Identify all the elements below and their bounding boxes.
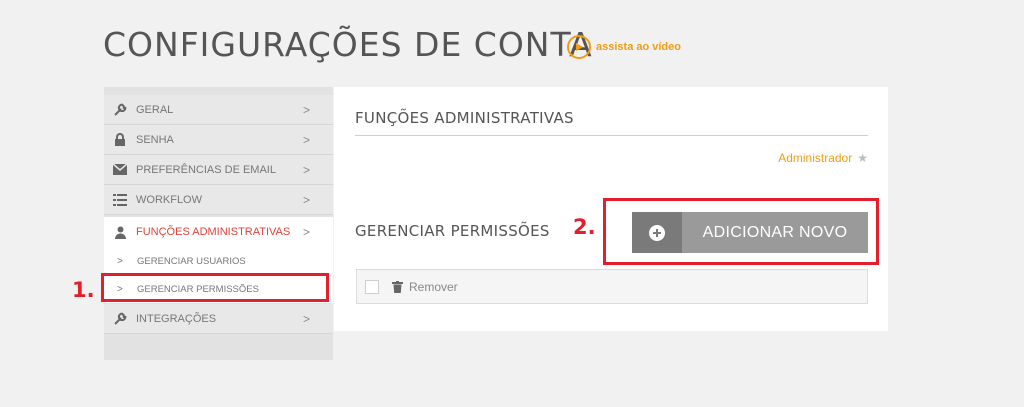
panel-title: FUNÇÕES ADMINISTRATIVAS bbox=[355, 109, 574, 127]
chevron-right-icon: > bbox=[117, 255, 123, 267]
sidebar: GERAL > SENHA > PREFERÊNCIAS DE EMAIL > … bbox=[104, 87, 333, 360]
remove-button[interactable]: Remover bbox=[409, 280, 458, 294]
envelope-icon bbox=[113, 163, 127, 177]
select-all-checkbox[interactable] bbox=[365, 279, 379, 294]
sidebar-subitem-label: GERENCIAR PERMISSÕES bbox=[137, 283, 259, 295]
add-new-button-label: ADICIONAR NOVO bbox=[702, 223, 848, 241]
add-new-button[interactable]: ADICIONAR NOVO bbox=[632, 212, 868, 253]
sidebar-item-geral[interactable]: GERAL > bbox=[104, 95, 333, 125]
sidebar-item-senha[interactable]: SENHA > bbox=[104, 125, 333, 155]
sidebar-item-integracoes[interactable]: INTEGRAÇÕES > bbox=[104, 304, 333, 334]
chevron-right-icon: > bbox=[303, 311, 311, 326]
main-panel: FUNÇÕES ADMINISTRATIVAS Administrador ★ … bbox=[334, 87, 888, 331]
divider bbox=[355, 135, 868, 136]
chevron-right-icon: > bbox=[303, 162, 311, 177]
list-icon bbox=[113, 193, 127, 207]
star-icon: ★ bbox=[857, 151, 868, 165]
sidebar-item-label: WORKFLOW bbox=[136, 193, 202, 206]
sidebar-item-funcoes-administrativas[interactable]: FUNÇÕES ADMINISTRATIVAS > bbox=[104, 217, 333, 247]
plus-icon-box bbox=[632, 212, 682, 253]
sidebar-subitem-gerenciar-usuarios[interactable]: > GERENCIAR USUARIOS bbox=[104, 247, 333, 275]
sidebar-subitem-label: GERENCIAR USUARIOS bbox=[137, 255, 246, 267]
chevron-right-icon: > bbox=[303, 102, 311, 117]
sidebar-item-label: PREFERÊNCIAS DE EMAIL bbox=[136, 163, 276, 176]
chevron-right-icon: > bbox=[303, 225, 311, 239]
sidebar-item-workflow[interactable]: WORKFLOW > bbox=[104, 185, 333, 215]
sidebar-item-label: FUNÇÕES ADMINISTRATIVAS bbox=[136, 226, 291, 238]
chevron-right-icon: > bbox=[303, 192, 311, 207]
play-icon bbox=[567, 35, 591, 59]
chevron-right-icon: > bbox=[117, 283, 123, 295]
wrench-icon bbox=[113, 103, 127, 117]
wrench-icon bbox=[113, 312, 127, 326]
sidebar-item-label: GERAL bbox=[136, 103, 174, 116]
chevron-right-icon: > bbox=[303, 132, 311, 147]
section-title: GERENCIAR PERMISSÕES bbox=[355, 222, 550, 240]
plus-icon bbox=[649, 224, 665, 241]
sidebar-item-label: INTEGRAÇÕES bbox=[136, 312, 217, 325]
lock-icon bbox=[113, 133, 127, 147]
watch-video-link[interactable]: assista ao vídeo bbox=[567, 35, 681, 59]
sidebar-item-label: SENHA bbox=[136, 133, 174, 146]
user-icon bbox=[113, 225, 127, 239]
sidebar-item-preferencias-email[interactable]: PREFERÊNCIAS DE EMAIL > bbox=[104, 155, 333, 185]
sidebar-subitem-gerenciar-permissoes[interactable]: > GERENCIAR PERMISSÕES bbox=[104, 275, 333, 303]
annotation-number-2: 2. bbox=[573, 215, 596, 239]
annotation-number-1: 1. bbox=[72, 278, 95, 302]
page-title: CONFIGURAÇÕES DE CONTA bbox=[103, 25, 593, 64]
watch-video-label: assista ao vídeo bbox=[596, 41, 681, 53]
administrador-link[interactable]: Administrador ★ bbox=[778, 151, 868, 165]
administrador-label: Administrador bbox=[778, 151, 853, 165]
permissions-toolbar: Remover bbox=[356, 269, 868, 304]
trash-icon[interactable] bbox=[392, 280, 404, 293]
